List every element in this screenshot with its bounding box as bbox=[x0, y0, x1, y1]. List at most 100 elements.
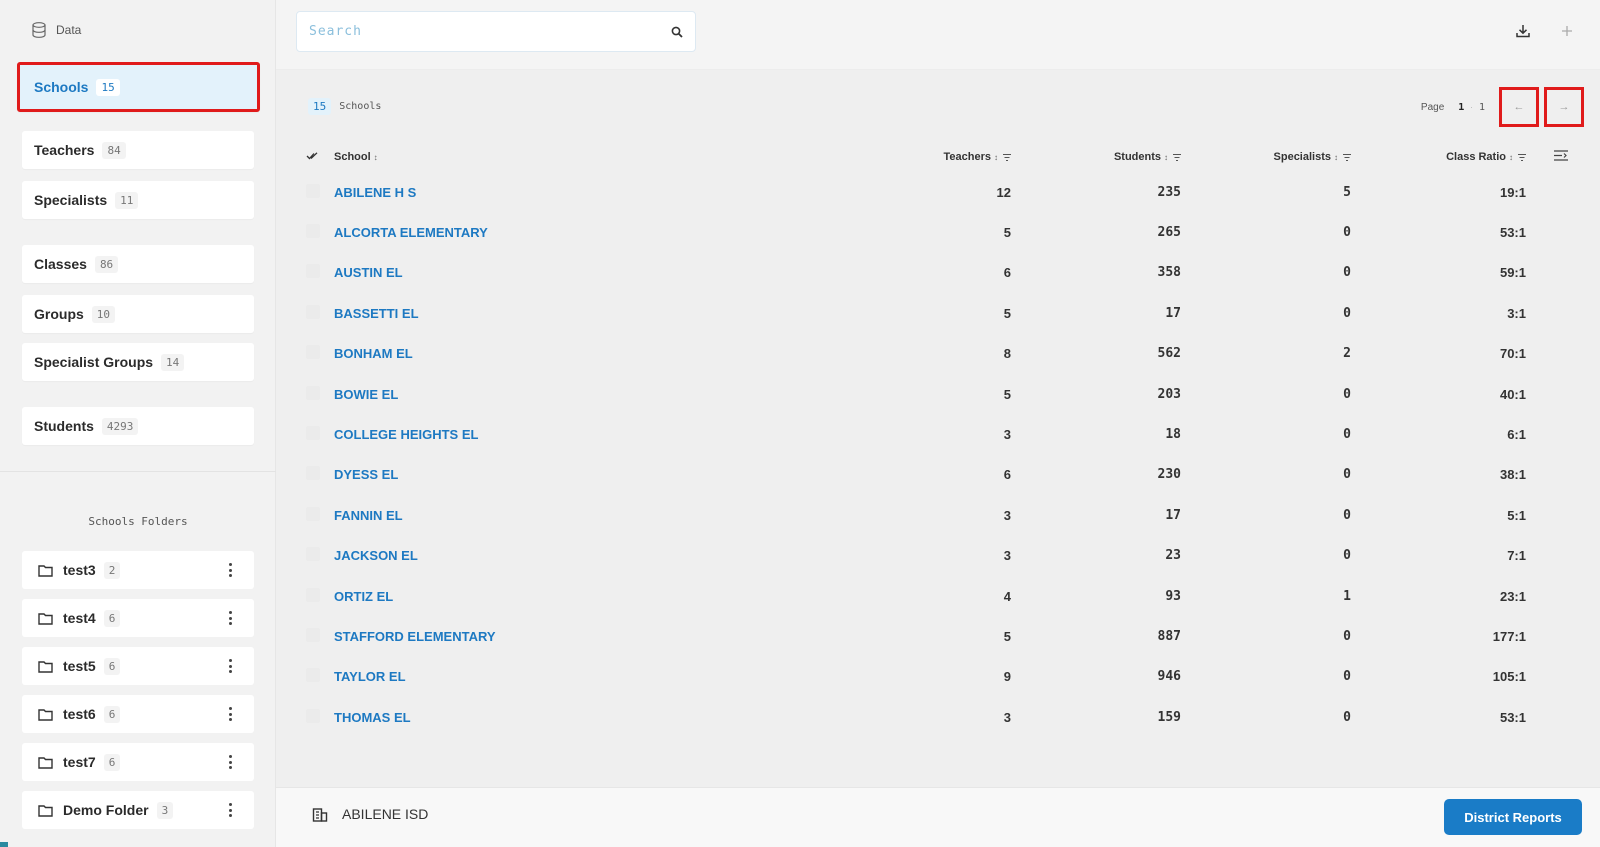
row-checkbox[interactable] bbox=[306, 183, 320, 198]
row-spacer bbox=[1526, 576, 1568, 616]
next-page-button[interactable]: → bbox=[1544, 87, 1584, 127]
row-checkbox[interactable] bbox=[306, 506, 320, 521]
teachers-cell: 3 bbox=[1003, 507, 1011, 523]
more-icon[interactable] bbox=[224, 657, 236, 675]
table-row[interactable]: AUSTIN EL 6 358 0 59:1 bbox=[306, 253, 1568, 293]
more-icon[interactable] bbox=[224, 561, 236, 579]
filter-icon[interactable] bbox=[1343, 153, 1351, 161]
sidebar-item-students[interactable]: Students 4293 bbox=[22, 407, 254, 445]
school-cell: FANNIN EL bbox=[334, 495, 861, 535]
table-row[interactable]: TAYLOR EL 9 946 0 105:1 bbox=[306, 657, 1568, 697]
prev-page-button[interactable]: ← bbox=[1499, 87, 1539, 127]
folder-item-test3[interactable]: test3 2 bbox=[22, 551, 254, 589]
folder-item-test7[interactable]: test7 6 bbox=[22, 743, 254, 781]
row-spacer bbox=[1526, 657, 1568, 697]
sort-icon[interactable]: ↕ bbox=[994, 153, 998, 162]
school-link[interactable]: FANNIN EL bbox=[334, 508, 403, 523]
folder-item-test5[interactable]: test5 6 bbox=[22, 647, 254, 685]
select-all-checkbox[interactable] bbox=[306, 142, 334, 172]
download-button[interactable] bbox=[1512, 20, 1534, 42]
column-header-school[interactable]: School ↕ bbox=[334, 142, 861, 172]
school-link[interactable]: JACKSON EL bbox=[334, 548, 418, 563]
more-icon[interactable] bbox=[224, 801, 236, 819]
search-input[interactable] bbox=[309, 24, 671, 39]
table-row[interactable]: DYESS EL 6 230 0 38:1 bbox=[306, 455, 1568, 495]
sidebar-item-specialists[interactable]: Specialists 11 bbox=[22, 181, 254, 219]
class-ratio-cell: 177:1 bbox=[1492, 628, 1526, 644]
table-row[interactable]: FANNIN EL 3 17 0 5:1 bbox=[306, 495, 1568, 535]
column-header-class-ratio[interactable]: Class Ratio ↕ bbox=[1351, 142, 1526, 172]
filter-icon[interactable] bbox=[1003, 153, 1011, 161]
more-icon[interactable] bbox=[224, 609, 236, 627]
row-checkbox[interactable] bbox=[306, 547, 320, 562]
sort-icon[interactable]: ↕ bbox=[1509, 153, 1513, 162]
row-checkbox[interactable] bbox=[306, 345, 320, 360]
filter-icon[interactable] bbox=[1173, 153, 1181, 161]
row-checkbox[interactable] bbox=[306, 224, 320, 239]
column-header-students[interactable]: Students ↕ bbox=[1011, 142, 1181, 172]
search-box[interactable] bbox=[296, 11, 696, 52]
row-checkbox[interactable] bbox=[306, 708, 320, 723]
row-checkbox[interactable] bbox=[306, 304, 320, 319]
more-icon[interactable] bbox=[224, 705, 236, 723]
school-link[interactable]: AUSTIN EL bbox=[334, 265, 403, 280]
school-link[interactable]: ABILENE H S bbox=[334, 185, 416, 200]
school-link[interactable]: BOWIE EL bbox=[334, 387, 398, 402]
school-link[interactable]: THOMAS EL bbox=[334, 710, 411, 725]
building-icon bbox=[312, 808, 328, 822]
column-settings-button[interactable] bbox=[1526, 142, 1568, 172]
table-row[interactable]: ORTIZ EL 4 93 1 23:1 bbox=[306, 576, 1568, 616]
row-checkbox[interactable] bbox=[306, 264, 320, 279]
sidebar-item-schools[interactable]: Schools 15 bbox=[17, 62, 260, 112]
district-reports-button[interactable]: District Reports bbox=[1444, 799, 1582, 835]
row-checkbox[interactable] bbox=[306, 466, 320, 481]
column-header-specialists[interactable]: Specialists ↕ bbox=[1181, 142, 1351, 172]
table-row[interactable]: COLLEGE HEIGHTS EL 3 18 0 6:1 bbox=[306, 414, 1568, 454]
school-link[interactable]: DYESS EL bbox=[334, 467, 398, 482]
sort-icon[interactable]: ↕ bbox=[1334, 153, 1338, 162]
row-checkbox[interactable] bbox=[306, 385, 320, 400]
folder-item-demo-folder[interactable]: Demo Folder 3 bbox=[22, 791, 254, 829]
row-spacer bbox=[1526, 495, 1568, 535]
specialists-cell: 0 bbox=[1343, 386, 1351, 402]
table-row[interactable]: ALCORTA ELEMENTARY 5 265 0 53:1 bbox=[306, 212, 1568, 252]
more-icon[interactable] bbox=[224, 753, 236, 771]
sidebar-item-teachers[interactable]: Teachers 84 bbox=[22, 131, 254, 169]
school-link[interactable]: ORTIZ EL bbox=[334, 589, 393, 604]
table-row[interactable]: BONHAM EL 8 562 2 70:1 bbox=[306, 334, 1568, 374]
search-icon[interactable] bbox=[671, 26, 683, 38]
add-button[interactable] bbox=[1556, 20, 1578, 42]
table-row[interactable]: ABILENE H S 12 235 5 19:1 bbox=[306, 172, 1568, 212]
row-checkbox[interactable] bbox=[306, 426, 320, 441]
row-checkbox[interactable] bbox=[306, 627, 320, 642]
school-link[interactable]: TAYLOR EL bbox=[334, 669, 406, 684]
folder-item-test6[interactable]: test6 6 bbox=[22, 695, 254, 733]
filter-icon[interactable] bbox=[1518, 153, 1526, 161]
school-link[interactable]: ALCORTA ELEMENTARY bbox=[334, 225, 488, 240]
school-link[interactable]: BASSETTI EL bbox=[334, 306, 419, 321]
folder-icon bbox=[38, 564, 53, 577]
school-cell: JACKSON EL bbox=[334, 536, 861, 576]
sidebar-item-specialist-groups[interactable]: Specialist Groups 14 bbox=[22, 343, 254, 381]
column-header-teachers[interactable]: Teachers ↕ bbox=[861, 142, 1011, 172]
sort-icon[interactable]: ↕ bbox=[1164, 153, 1168, 162]
table-row[interactable]: BASSETTI EL 5 17 0 3:1 bbox=[306, 293, 1568, 333]
table-row[interactable]: THOMAS EL 3 159 0 53:1 bbox=[306, 697, 1568, 737]
sort-icon[interactable]: ↕ bbox=[374, 153, 378, 162]
table-row[interactable]: STAFFORD ELEMENTARY 5 887 0 177:1 bbox=[306, 616, 1568, 656]
folder-item-test4[interactable]: test4 6 bbox=[22, 599, 254, 637]
row-checkbox[interactable] bbox=[306, 668, 320, 683]
row-spacer bbox=[1526, 253, 1568, 293]
sidebar-item-classes[interactable]: Classes 86 bbox=[22, 245, 254, 283]
row-checkbox-cell bbox=[306, 616, 334, 656]
school-link[interactable]: BONHAM EL bbox=[334, 346, 413, 361]
school-link[interactable]: COLLEGE HEIGHTS EL bbox=[334, 427, 478, 442]
row-checkbox-cell bbox=[306, 495, 334, 535]
class-ratio-cell: 70:1 bbox=[1499, 346, 1526, 362]
sidebar-item-groups[interactable]: Groups 10 bbox=[22, 295, 254, 333]
sidebar-item-label: Students bbox=[34, 418, 94, 434]
table-row[interactable]: JACKSON EL 3 23 0 7:1 bbox=[306, 536, 1568, 576]
school-link[interactable]: STAFFORD ELEMENTARY bbox=[334, 629, 496, 644]
row-checkbox[interactable] bbox=[306, 587, 320, 602]
table-row[interactable]: BOWIE EL 5 203 0 40:1 bbox=[306, 374, 1568, 414]
